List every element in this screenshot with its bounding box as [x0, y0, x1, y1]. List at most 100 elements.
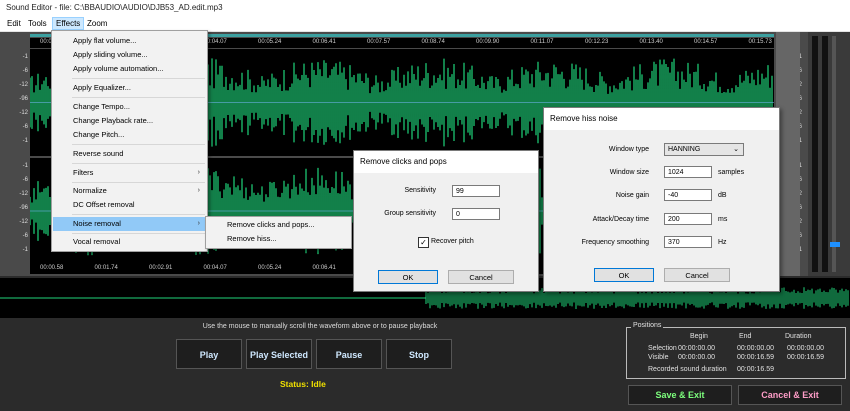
menu-remove-clicks-pops[interactable]: Remove clicks and pops... — [207, 218, 350, 232]
attack-decay-input[interactable]: 200 — [664, 213, 712, 225]
menu-noise-removal-label: Noise removal — [73, 219, 121, 228]
sensitivity-input[interactable]: 99 — [452, 185, 500, 197]
menu-separator — [72, 78, 205, 79]
db-scale-label: -1 — [22, 247, 28, 253]
ruler-tick-label: 00:08.74 — [421, 39, 445, 45]
db-scale-label: -12 — [19, 219, 28, 225]
cancel-exit-button[interactable]: Cancel & Exit — [738, 385, 842, 405]
recorded-duration-value: 00:00:16.59 — [737, 366, 774, 373]
selection-begin: 00:00:00.00 — [678, 345, 715, 352]
menu-separator — [72, 97, 205, 98]
positions-title: Positions — [631, 322, 664, 329]
ruler-tick-label: 00:07.57 — [367, 39, 391, 45]
window-size-unit: samples — [718, 169, 745, 176]
menu-separator — [72, 182, 205, 183]
menu-effects[interactable]: Effects — [52, 17, 85, 30]
group-sensitivity-label: Group sensitivity — [384, 210, 436, 217]
ruler-tick-label: 00:11.07 — [530, 39, 554, 45]
menu-apply-flat-volume[interactable]: Apply flat volume... — [53, 34, 206, 48]
ruler-tick-label: 00:15.73 — [748, 39, 772, 45]
ruler-tick-label: 00:05.24 — [258, 39, 282, 45]
menu-dc-offset-removal[interactable]: DC Offset removal — [53, 198, 206, 212]
col-end: End — [739, 333, 752, 340]
visible-begin: 00:00:00.00 — [678, 354, 715, 361]
stop-button[interactable]: Stop — [386, 339, 452, 369]
selection-end: 00:00:00.00 — [737, 345, 774, 352]
db-scale-label: -6 — [22, 177, 28, 183]
clicks-pops-dialog: Remove clicks and pops Sensitivity 99 Gr… — [353, 150, 539, 292]
db-scale-label: -6 — [22, 68, 28, 74]
db-scale-label: -1 — [22, 54, 28, 60]
col-begin: Begin — [690, 333, 708, 340]
noise-removal-submenu: Remove clicks and pops... Remove hiss... — [205, 216, 352, 249]
menu-change-playback-rate[interactable]: Change Playback rate... — [53, 114, 206, 128]
menu-vocal-removal[interactable]: Vocal removal — [53, 235, 206, 249]
level-meter-left — [812, 36, 818, 272]
play-selected-button[interactable]: Play Selected — [246, 339, 312, 369]
menu-change-pitch[interactable]: Change Pitch... — [53, 128, 206, 142]
noise-gain-input[interactable]: -40 — [664, 189, 712, 201]
menu-separator — [72, 214, 205, 215]
menu-change-tempo[interactable]: Change Tempo... — [53, 100, 206, 114]
selection-label: Selection — [648, 345, 677, 352]
menu-normalize[interactable]: Normalize › — [53, 184, 206, 198]
menu-remove-hiss[interactable]: Remove hiss... — [207, 232, 350, 246]
zoom-slider-thumb[interactable] — [830, 242, 840, 247]
window-type-select[interactable]: HANNING ⌄ — [664, 143, 744, 156]
db-scale-label: -96 — [19, 96, 28, 102]
ruler-tick-label: 00:00.58 — [40, 265, 64, 271]
ruler-tick-label: 00:13.40 — [639, 39, 663, 45]
hiss-ok-button[interactable]: OK — [594, 268, 654, 282]
effects-menu: Apply flat volume... Apply sliding volum… — [51, 30, 208, 252]
col-duration: Duration — [785, 333, 812, 340]
frequency-smoothing-unit: Hz — [718, 239, 727, 246]
hiss-cancel-button[interactable]: Cancel — [664, 268, 730, 282]
db-scale-label: -12 — [19, 82, 28, 88]
menu-tools[interactable]: Tools — [25, 18, 50, 29]
level-meter-right — [822, 36, 828, 272]
menu-apply-equalizer[interactable]: Apply Equalizer... — [53, 81, 206, 95]
checkmark-icon: ✓ — [420, 238, 427, 247]
group-sensitivity-input[interactable]: 0 — [452, 208, 500, 220]
menu-separator — [72, 144, 205, 145]
noise-gain-unit: dB — [718, 192, 727, 199]
menu-filters[interactable]: Filters › — [53, 166, 206, 180]
play-button[interactable]: Play — [176, 339, 242, 369]
status-text: Status: Idle — [280, 379, 326, 389]
window-size-input[interactable]: 1024 — [664, 166, 712, 178]
sensitivity-label: Sensitivity — [404, 187, 436, 194]
hiss-dialog: Remove hiss noise Window type HANNING ⌄ W… — [543, 107, 780, 292]
menu-separator — [72, 163, 205, 164]
menu-apply-sliding-volume[interactable]: Apply sliding volume... — [53, 48, 206, 62]
db-scale-label: -1 — [22, 138, 28, 144]
zoom-slider-track[interactable] — [832, 36, 836, 272]
recover-pitch-label: Recover pitch — [431, 238, 474, 245]
ruler-tick-label: 00:01.74 — [94, 265, 118, 271]
menu-noise-removal[interactable]: Noise removal › — [53, 217, 206, 231]
frequency-smoothing-input[interactable]: 370 — [664, 236, 712, 248]
menu-zoom[interactable]: Zoom — [84, 18, 110, 29]
visible-label: Visible — [648, 354, 669, 361]
save-exit-button[interactable]: Save & Exit — [628, 385, 732, 405]
frequency-smoothing-label: Frequency smoothing — [581, 239, 649, 246]
menu-filters-label: Filters — [73, 168, 94, 177]
db-scale-label: -12 — [19, 191, 28, 197]
submenu-arrow-icon: › — [197, 187, 200, 194]
menu-reverse-sound[interactable]: Reverse sound — [53, 147, 206, 161]
recover-pitch-checkbox[interactable]: ✓ — [418, 237, 429, 248]
ruler-tick-label: 00:02.91 — [149, 265, 173, 271]
menu-edit[interactable]: Edit — [4, 18, 24, 29]
db-scale-label: -12 — [19, 110, 28, 116]
selection-duration: 00:00:00.00 — [787, 345, 824, 352]
ruler-tick-label: 00:12.23 — [585, 39, 609, 45]
attack-decay-unit: ms — [718, 216, 728, 223]
window-size-label: Window size — [609, 169, 649, 176]
pause-button[interactable]: Pause — [316, 339, 382, 369]
clicks-ok-button[interactable]: OK — [378, 270, 438, 284]
clicks-cancel-button[interactable]: Cancel — [448, 270, 514, 284]
menu-normalize-label: Normalize — [73, 186, 107, 195]
menu-apply-volume-automation[interactable]: Apply volume automation... — [53, 62, 206, 76]
chevron-down-icon: ⌄ — [733, 146, 739, 153]
ruler-tick-label: 00:06.41 — [312, 265, 336, 271]
dialog-title: Remove hiss noise — [544, 108, 779, 130]
